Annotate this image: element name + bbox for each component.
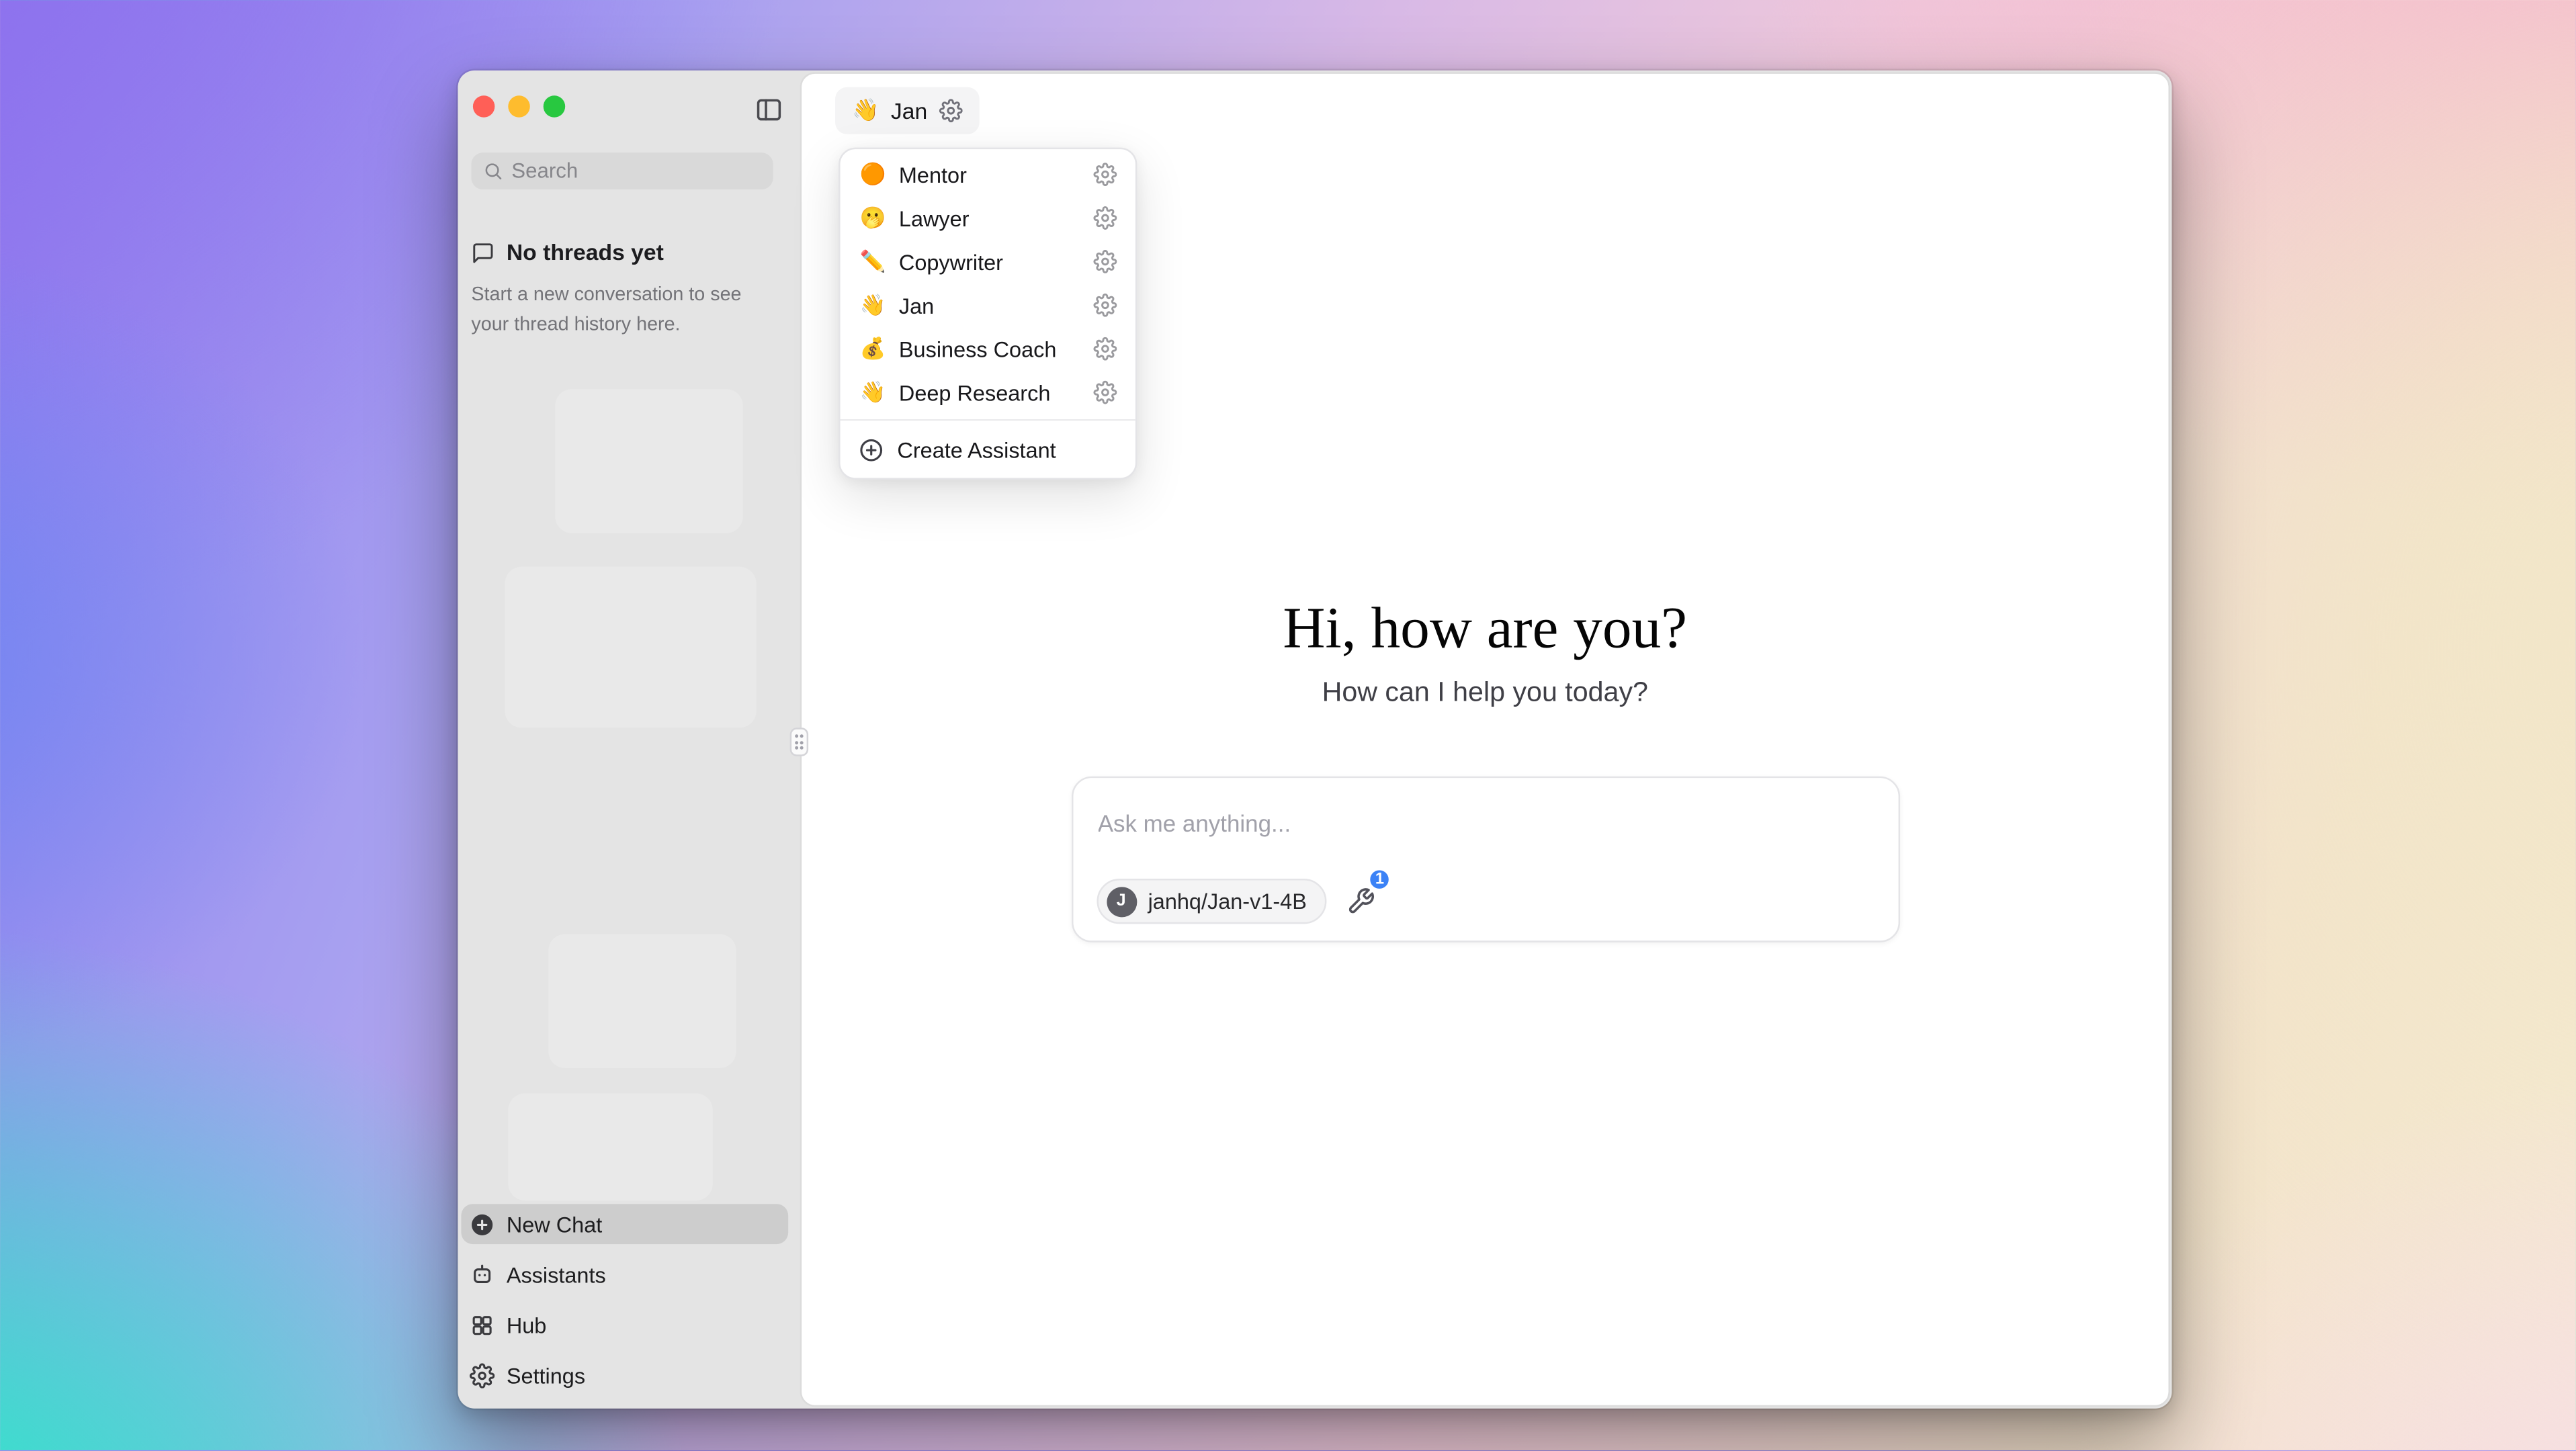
grip-dots-icon (795, 734, 804, 749)
menu-item-business-coach[interactable]: 💰 Business Coach (841, 327, 1135, 371)
greeting-title: Hi, how are you? (802, 592, 2168, 666)
assistant-emoji: ✏️ (859, 249, 887, 274)
menu-item-label: Copywriter (899, 249, 1003, 274)
menu-separator (841, 419, 1135, 421)
app-window: No threads yet Start a new conversation … (458, 71, 2172, 1409)
menu-item-label: Mentor (899, 162, 967, 187)
plus-circle-icon (470, 1211, 495, 1236)
sidebar-nav: New Chat Assistants Hub Settings (461, 1204, 788, 1395)
settings-gear-icon (470, 1362, 495, 1387)
chat-bubble-icon (471, 240, 495, 264)
menu-item-deep-research[interactable]: 👋 Deep Research (841, 371, 1135, 414)
create-assistant-label: Create Assistant (897, 437, 1056, 461)
sidebar-ghost-block (548, 934, 736, 1068)
gear-icon[interactable] (1093, 250, 1117, 273)
sidebar-item-label: Settings (507, 1362, 585, 1387)
assistant-dropdown-menu: 🟠 Mentor 🫢 Lawyer ✏️ Copywriter (839, 148, 1137, 480)
gear-icon[interactable] (1093, 294, 1117, 317)
gear-icon[interactable] (1093, 381, 1117, 404)
sidebar-item-assistants[interactable]: Assistants (461, 1254, 788, 1294)
model-selector[interactable]: J janhq/Jan-v1-4B (1096, 879, 1327, 924)
hub-grid-icon (470, 1312, 495, 1337)
sidebar-item-label: Assistants (507, 1262, 606, 1286)
menu-item-copywriter[interactable]: ✏️ Copywriter (841, 240, 1135, 283)
sidebar-resize-handle[interactable] (790, 728, 808, 756)
assistant-emoji: 🫢 (859, 206, 887, 230)
assistant-name: Jan (891, 98, 927, 123)
plus-circle-icon (859, 437, 884, 461)
message-input[interactable] (1098, 810, 1836, 837)
assistant-emoji: 👋 (852, 97, 879, 124)
gear-icon[interactable] (939, 99, 963, 122)
main-panel: 👋 Jan 🟠 Mentor 🫢 Lawyer (800, 72, 2170, 1407)
sidebar-item-label: Hub (507, 1312, 547, 1337)
traffic-lights (473, 95, 565, 117)
empty-state-description: Start a new conversation to see your thr… (471, 280, 763, 341)
sidebar-item-settings[interactable]: Settings (461, 1355, 788, 1395)
search-bar[interactable] (471, 152, 773, 189)
search-input[interactable] (511, 159, 761, 183)
menu-item-label: Jan (899, 293, 934, 318)
menu-item-label: Business Coach (899, 336, 1057, 361)
desktop-background: No threads yet Start a new conversation … (0, 0, 2576, 1451)
menu-item-label: Lawyer (899, 206, 970, 230)
composer-card: J janhq/Jan-v1-4B 1 (1071, 777, 1899, 942)
assistants-icon (470, 1262, 495, 1286)
assistant-selector-button[interactable]: 👋 Jan (835, 87, 980, 134)
minimize-button[interactable] (508, 95, 529, 117)
wrench-icon (1346, 887, 1375, 915)
tools-button[interactable]: 1 (1345, 886, 1375, 916)
gear-icon[interactable] (1093, 206, 1117, 230)
assistant-emoji: 👋 (859, 293, 887, 318)
assistant-emoji: 💰 (859, 336, 887, 361)
gear-icon[interactable] (1093, 163, 1117, 186)
zoom-button[interactable] (544, 95, 565, 117)
menu-item-jan[interactable]: 👋 Jan (841, 283, 1135, 327)
gear-icon[interactable] (1093, 337, 1117, 361)
empty-state-title: No threads yet (507, 240, 664, 265)
create-assistant-button[interactable]: Create Assistant (841, 426, 1135, 473)
composer-toolbar: J janhq/Jan-v1-4B 1 (1096, 879, 1375, 924)
sidebar-toggle-icon[interactable] (755, 95, 783, 124)
tools-count-badge: 1 (1367, 866, 1392, 891)
empty-state-header: No threads yet (471, 240, 664, 265)
assistant-emoji: 👋 (859, 380, 887, 404)
greeting: Hi, how are you? How can I help you toda… (802, 592, 2168, 709)
sidebar-ghost-block (555, 389, 743, 533)
menu-item-label: Deep Research (899, 380, 1050, 404)
greeting-subtitle: How can I help you today? (802, 677, 2168, 709)
menu-item-mentor[interactable]: 🟠 Mentor (841, 152, 1135, 196)
sidebar-ghost-block (508, 1093, 713, 1200)
sidebar-ghost-block (505, 567, 756, 728)
sidebar: No threads yet Start a new conversation … (458, 71, 798, 1409)
search-icon (483, 161, 503, 181)
assistant-emoji: 🟠 (859, 162, 887, 187)
model-avatar: J (1106, 886, 1136, 916)
sidebar-item-new-chat[interactable]: New Chat (461, 1204, 788, 1244)
sidebar-item-label: New Chat (507, 1211, 602, 1236)
close-button[interactable] (473, 95, 495, 117)
menu-item-lawyer[interactable]: 🫢 Lawyer (841, 196, 1135, 240)
model-name: janhq/Jan-v1-4B (1148, 889, 1307, 914)
sidebar-item-hub[interactable]: Hub (461, 1305, 788, 1345)
